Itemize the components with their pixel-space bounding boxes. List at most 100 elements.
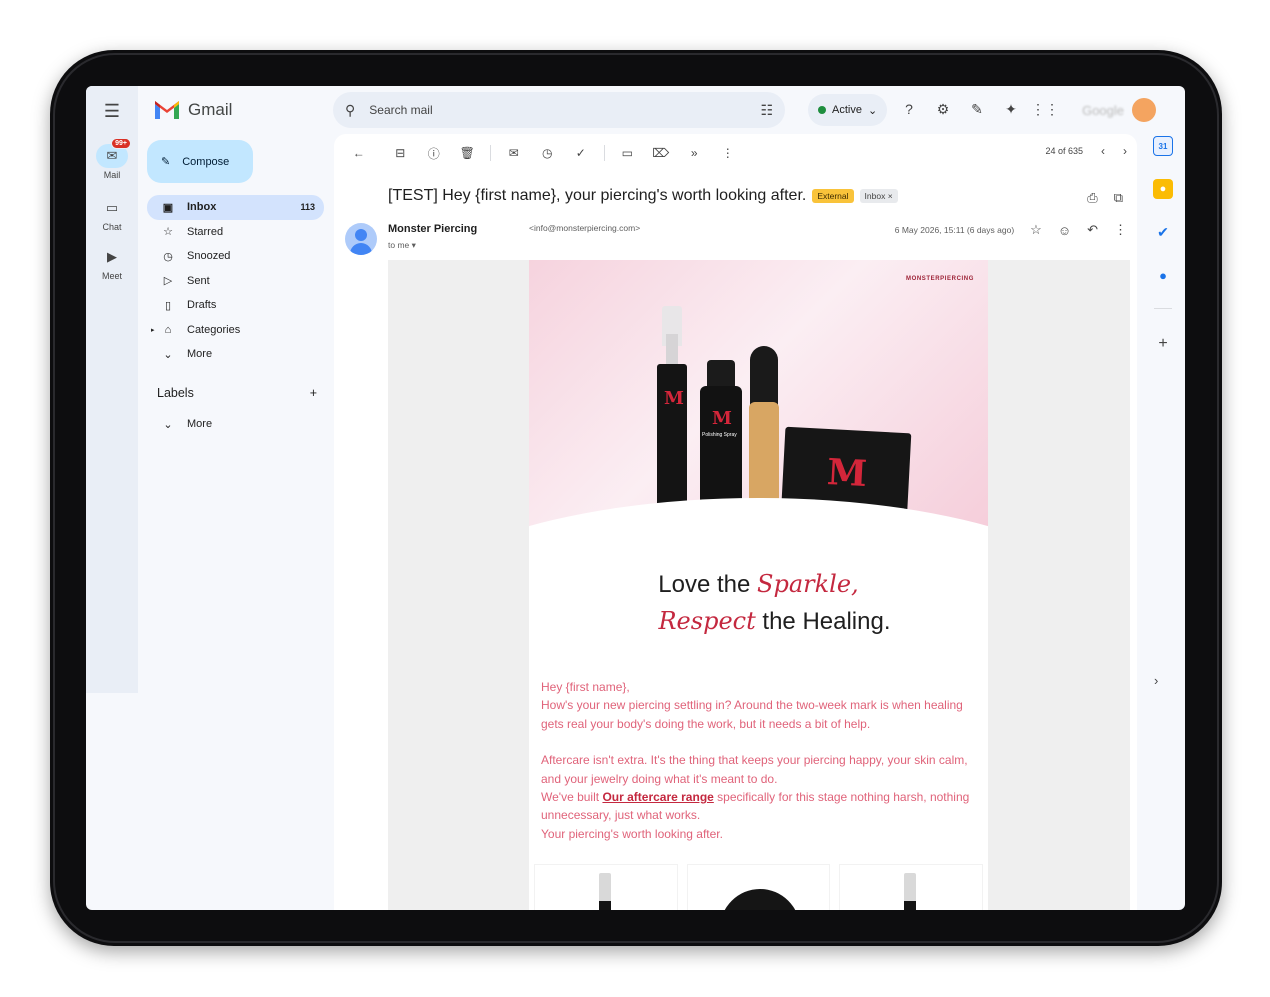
back-arrow-icon[interactable]: ← <box>342 142 376 164</box>
sender-line: Monster Piercing <info@monsterpiercing.c… <box>388 223 988 873</box>
labels-title: Labels <box>157 386 194 400</box>
mail-icon: ✉ 99+ <box>96 138 131 168</box>
aftercare-range-link[interactable]: Our aftercare range <box>602 790 713 804</box>
settings-gear-icon[interactable]: ⚙ <box>932 98 954 120</box>
headline-text: Love the <box>658 571 751 598</box>
chevron-down-icon: ⌄ <box>163 348 173 361</box>
recipient-text: to me <box>388 240 410 250</box>
rail-item-chat[interactable]: ▭ Chat <box>86 196 138 232</box>
chevron-down-icon: ⌄ <box>867 104 878 117</box>
apps-grid-icon[interactable]: ⋮⋮ <box>1031 98 1059 120</box>
paragraph-1: How's your new piercing settling in? Aro… <box>541 698 963 731</box>
next-chevron-icon[interactable]: › <box>1123 144 1127 158</box>
gmail-logo[interactable]: Gmail <box>154 100 232 120</box>
more-vert-icon[interactable]: ⋮ <box>1114 222 1127 238</box>
contacts-icon[interactable]: ● <box>1153 265 1173 285</box>
message-toolbar: ← ⊟ ⓘ 🗑︎ ✉ ◷ ✓ ▭ ⌦ » ⋮ <box>342 142 745 164</box>
header-actions: ? ⚙ ✎ ✦ ⋮⋮ <box>898 98 1059 120</box>
greeting: Hey {first name}, <box>541 680 630 694</box>
sender-avatar[interactable] <box>345 223 377 255</box>
clock-icon: ◷ <box>163 250 173 263</box>
open-new-window-icon[interactable]: ⧉ <box>1114 190 1123 206</box>
print-icon[interactable]: ⎙ <box>1087 190 1097 206</box>
expand-caret-icon[interactable]: ▸ <box>151 326 155 334</box>
move-to-icon[interactable]: ▭ <box>611 142 645 164</box>
star-icon: ☆ <box>163 226 173 239</box>
nav-item-drafts[interactable]: ▯ Drafts <box>147 293 324 318</box>
emoji-react-icon[interactable]: ☺ <box>1058 223 1071 238</box>
status-chip[interactable]: Active ⌄ <box>808 94 888 126</box>
draft-icon: ▯ <box>164 299 172 312</box>
product-bottle <box>599 901 611 910</box>
recipient-line[interactable]: to me ▾ <box>388 240 416 251</box>
account-label: Google <box>1082 102 1124 118</box>
forward-all-icon[interactable]: » <box>678 142 712 164</box>
keep-icon[interactable]: ● <box>1153 179 1173 199</box>
app-rail: ☰ ✉ 99+ Mail ▭ Chat ▶ Meet <box>86 86 138 693</box>
reply-icon[interactable]: ↶ <box>1087 222 1098 238</box>
nav-item-categories[interactable]: ▸ ⌂ Categories <box>147 318 324 343</box>
nav-item-starred[interactable]: ☆ Starred <box>147 220 324 245</box>
rail-item-meet[interactable]: ▶ Meet <box>86 245 138 281</box>
calendar-icon[interactable]: 31 <box>1153 136 1173 156</box>
message-date: 6 May 2026, 15:11 (6 days ago) <box>894 225 1015 235</box>
nav-label: Drafts <box>187 299 217 312</box>
message-pane: ← ⊟ ⓘ 🗑︎ ✉ ◷ ✓ ▭ ⌦ » ⋮ 24 of 635 ‹ › [TE… <box>334 134 1137 910</box>
nav-label: More <box>187 348 213 361</box>
expand-panel-chevron-icon[interactable]: › <box>1154 673 1158 688</box>
product-card[interactable] <box>686 864 831 910</box>
mark-unread-icon[interactable]: ✉ <box>497 142 531 164</box>
remove-label-icon[interactable]: × <box>888 191 893 201</box>
more-vert-icon[interactable]: ⋮ <box>711 142 745 164</box>
email-headline: Love the Sparkle, Respect the Healing. <box>529 566 988 640</box>
star-icon[interactable]: ☆ <box>1030 222 1042 238</box>
caret-down-icon[interactable]: ▾ <box>412 240 416 250</box>
search-placeholder[interactable]: Search mail <box>369 103 432 117</box>
bottle-cap <box>707 360 735 388</box>
add-label-icon[interactable]: + <box>310 386 317 400</box>
label-tag-icon[interactable]: ⌦ <box>644 142 678 164</box>
search-options-icon[interactable]: ☷ <box>760 102 773 119</box>
product-cards <box>534 864 984 910</box>
main-menu-icon[interactable]: ☰ <box>99 98 125 124</box>
archive-icon[interactable]: ⊟ <box>384 142 418 164</box>
nav-item-sent[interactable]: ▷ Sent <box>147 269 324 294</box>
toolbar-divider <box>490 145 491 161</box>
delete-icon[interactable]: 🗑︎ <box>451 142 485 164</box>
nav-label: Snoozed <box>187 250 231 263</box>
email-body-frame: MONSTERPIERCING M M Polishing Spray M Lo… <box>388 260 1130 910</box>
extensions-icon[interactable]: ✎ <box>966 98 988 120</box>
search-bar[interactable]: ⚲ Search mail ☷ <box>333 92 785 128</box>
add-task-icon[interactable]: ✓ <box>564 142 598 164</box>
product-card[interactable] <box>534 864 678 910</box>
add-addon-icon[interactable]: + <box>1153 334 1173 354</box>
nav-item-snoozed[interactable]: ◷ Snoozed <box>147 244 324 269</box>
rail-item-mail[interactable]: ✉ 99+ Mail <box>86 138 138 180</box>
snooze-icon[interactable]: ◷ <box>531 142 565 164</box>
brush-bristles <box>750 346 778 408</box>
user-avatar[interactable] <box>1132 98 1156 122</box>
compose-button[interactable]: ✎ Compose <box>147 140 253 183</box>
search-icon[interactable]: ⚲ <box>345 102 355 119</box>
app-name: Gmail <box>188 100 233 119</box>
product-card[interactable] <box>839 864 984 910</box>
unread-badge: 99+ <box>111 138 131 149</box>
inbox-label-chip[interactable]: Inbox × <box>859 189 898 203</box>
nav-item-more[interactable]: ⌄ More <box>147 342 324 367</box>
rail-label-mail: Mail <box>103 170 121 180</box>
gemini-sparkle-icon[interactable]: ✦ <box>1000 98 1022 120</box>
prev-chevron-icon[interactable]: ‹ <box>1101 144 1105 158</box>
mp-logo-icon: M <box>712 408 732 429</box>
side-panel-rail: 31 ● ✔ ● + <box>1146 136 1180 377</box>
report-spam-icon[interactable]: ⓘ <box>417 142 451 164</box>
mp-logo-icon: M <box>664 388 684 409</box>
tasks-icon[interactable]: ✔ <box>1153 222 1173 242</box>
nav-item-inbox[interactable]: ▣ Inbox 113 <box>147 195 324 220</box>
account-area[interactable]: Google <box>1066 92 1156 128</box>
inbox-icon: ▣ <box>162 201 174 214</box>
labels-more-item[interactable]: ⌄ More <box>147 412 324 437</box>
help-icon[interactable]: ? <box>898 98 920 120</box>
hero-image: MONSTERPIERCING M M Polishing Spray M <box>529 260 988 550</box>
gmail-m-icon <box>155 101 179 119</box>
sender-name[interactable]: Monster Piercing <box>388 223 477 235</box>
